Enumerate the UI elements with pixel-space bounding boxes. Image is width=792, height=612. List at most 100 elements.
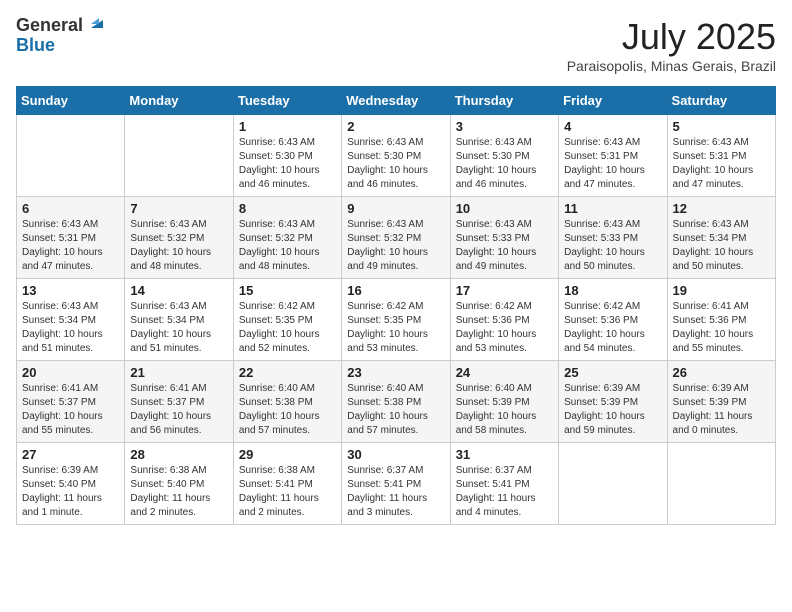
day-number: 13 — [22, 283, 119, 298]
table-row: 29Sunrise: 6:38 AM Sunset: 5:41 PM Dayli… — [233, 443, 341, 525]
table-row: 9Sunrise: 6:43 AM Sunset: 5:32 PM Daylig… — [342, 197, 450, 279]
day-info: Sunrise: 6:43 AM Sunset: 5:34 PM Dayligh… — [130, 300, 227, 356]
day-info: Sunrise: 6:37 AM Sunset: 5:41 PM Dayligh… — [456, 464, 553, 520]
table-row: 6 Sunrise: 6:43 AM Sunset: 5:31 PM Daylig… — [17, 197, 125, 279]
table-row: 30 Sunrise: 6:37 AM Sunset: 5:41 PM Dayli… — [342, 443, 450, 525]
day-info: Sunrise: 6:43 AM Sunset: 5:31 PM Dayligh… — [22, 218, 119, 274]
table-row: 26Sunrise: 6:39 AM Sunset: 5:39 PM Dayli… — [667, 361, 775, 443]
table-row: 3 Sunrise: 6:43 AM Sunset: 5:30 PM Daylig… — [450, 115, 558, 197]
month-title: July 2025 — [567, 16, 776, 58]
logo-general: General — [16, 16, 83, 36]
week-row-1: 1 Sunrise: 6:43 AM Sunset: 5:30 PM Daylig… — [17, 115, 776, 197]
day-number: 11 — [564, 201, 661, 216]
table-row: 22Sunrise: 6:40 AM Sunset: 5:38 PM Dayli… — [233, 361, 341, 443]
week-row-2: 6 Sunrise: 6:43 AM Sunset: 5:31 PM Daylig… — [17, 197, 776, 279]
table-row: 11 Sunrise: 6:43 AM Sunset: 5:33 PM Dayli… — [559, 197, 667, 279]
day-number: 12 — [673, 201, 770, 216]
day-number: 7 — [130, 201, 227, 216]
day-info: Sunrise: 6:43 AM Sunset: 5:32 PM Dayligh… — [239, 218, 336, 274]
day-info: Sunrise: 6:43 AM Sunset: 5:33 PM Dayligh… — [564, 218, 661, 274]
day-number: 4 — [564, 119, 661, 134]
day-number: 3 — [456, 119, 553, 134]
day-number: 14 — [130, 283, 227, 298]
day-info: Sunrise: 6:42 AM Sunset: 5:35 PM Dayligh… — [239, 300, 336, 356]
day-number: 23 — [347, 365, 444, 380]
day-number: 18 — [564, 283, 661, 298]
day-info: Sunrise: 6:39 AM Sunset: 5:39 PM Dayligh… — [673, 382, 770, 438]
day-number: 27 — [22, 447, 119, 462]
table-row: 7 Sunrise: 6:43 AM Sunset: 5:32 PM Daylig… — [125, 197, 233, 279]
day-info: Sunrise: 6:43 AM Sunset: 5:30 PM Dayligh… — [456, 136, 553, 192]
day-number: 15 — [239, 283, 336, 298]
day-info: Sunrise: 6:43 AM Sunset: 5:32 PM Dayligh… — [347, 218, 444, 274]
col-sunday: Sunday — [17, 87, 125, 115]
title-section: July 2025 Paraisopolis, Minas Gerais, Br… — [567, 16, 776, 74]
table-row: 25 Sunrise: 6:39 AM Sunset: 5:39 PM Dayli… — [559, 361, 667, 443]
table-row: 15 Sunrise: 6:42 AM Sunset: 5:35 PM Dayli… — [233, 279, 341, 361]
calendar-table: Sunday Monday Tuesday Wednesday Thursday… — [16, 86, 776, 525]
table-row: 23 Sunrise: 6:40 AM Sunset: 5:38 PM Dayli… — [342, 361, 450, 443]
table-row: 19 Sunrise: 6:41 AM Sunset: 5:36 PM Dayli… — [667, 279, 775, 361]
table-row: 10 Sunrise: 6:43 AM Sunset: 5:33 PM Dayli… — [450, 197, 558, 279]
day-info: Sunrise: 6:41 AM Sunset: 5:37 PM Dayligh… — [22, 382, 119, 438]
col-friday: Friday — [559, 87, 667, 115]
calendar-header-row: Sunday Monday Tuesday Wednesday Thursday… — [17, 87, 776, 115]
table-row — [17, 115, 125, 197]
day-number: 31 — [456, 447, 553, 462]
day-info: Sunrise: 6:37 AM Sunset: 5:41 PM Dayligh… — [347, 464, 444, 520]
table-row: 12 Sunrise: 6:43 AM Sunset: 5:34 PM Dayli… — [667, 197, 775, 279]
table-row: 4 Sunrise: 6:43 AM Sunset: 5:31 PM Daylig… — [559, 115, 667, 197]
day-number: 6 — [22, 201, 119, 216]
day-info: Sunrise: 6:43 AM Sunset: 5:33 PM Dayligh… — [456, 218, 553, 274]
day-info: Sunrise: 6:42 AM Sunset: 5:35 PM Dayligh… — [347, 300, 444, 356]
day-number: 25 — [564, 365, 661, 380]
day-number: 8 — [239, 201, 336, 216]
day-info: Sunrise: 6:38 AM Sunset: 5:40 PM Dayligh… — [130, 464, 227, 520]
week-row-5: 27 Sunrise: 6:39 AM Sunset: 5:40 PM Dayli… — [17, 443, 776, 525]
table-row — [125, 115, 233, 197]
day-number: 16 — [347, 283, 444, 298]
day-info: Sunrise: 6:40 AM Sunset: 5:39 PM Dayligh… — [456, 382, 553, 438]
day-info: Sunrise: 6:40 AM Sunset: 5:38 PM Dayligh… — [239, 382, 336, 438]
day-info: Sunrise: 6:39 AM Sunset: 5:40 PM Dayligh… — [22, 464, 119, 520]
table-row: 2 Sunrise: 6:43 AM Sunset: 5:30 PM Daylig… — [342, 115, 450, 197]
day-info: Sunrise: 6:43 AM Sunset: 5:34 PM Dayligh… — [673, 218, 770, 274]
day-number: 19 — [673, 283, 770, 298]
day-info: Sunrise: 6:43 AM Sunset: 5:32 PM Dayligh… — [130, 218, 227, 274]
day-info: Sunrise: 6:40 AM Sunset: 5:38 PM Dayligh… — [347, 382, 444, 438]
table-row: 16 Sunrise: 6:42 AM Sunset: 5:35 PM Dayli… — [342, 279, 450, 361]
day-number: 10 — [456, 201, 553, 216]
week-row-3: 13 Sunrise: 6:43 AM Sunset: 5:34 PM Dayli… — [17, 279, 776, 361]
week-row-4: 20 Sunrise: 6:41 AM Sunset: 5:37 PM Dayli… — [17, 361, 776, 443]
table-row — [559, 443, 667, 525]
table-row: 14 Sunrise: 6:43 AM Sunset: 5:34 PM Dayli… — [125, 279, 233, 361]
day-number: 29 — [239, 447, 336, 462]
day-info: Sunrise: 6:43 AM Sunset: 5:30 PM Dayligh… — [347, 136, 444, 192]
table-row: 24 Sunrise: 6:40 AM Sunset: 5:39 PM Dayli… — [450, 361, 558, 443]
day-number: 30 — [347, 447, 444, 462]
table-row: 27 Sunrise: 6:39 AM Sunset: 5:40 PM Dayli… — [17, 443, 125, 525]
day-number: 24 — [456, 365, 553, 380]
table-row: 8 Sunrise: 6:43 AM Sunset: 5:32 PM Daylig… — [233, 197, 341, 279]
table-row: 28 Sunrise: 6:38 AM Sunset: 5:40 PM Dayli… — [125, 443, 233, 525]
table-row: 31 Sunrise: 6:37 AM Sunset: 5:41 PM Dayli… — [450, 443, 558, 525]
table-row: 5Sunrise: 6:43 AM Sunset: 5:31 PM Daylig… — [667, 115, 775, 197]
col-wednesday: Wednesday — [342, 87, 450, 115]
day-number: 2 — [347, 119, 444, 134]
col-saturday: Saturday — [667, 87, 775, 115]
day-number: 1 — [239, 119, 336, 134]
day-info: Sunrise: 6:43 AM Sunset: 5:30 PM Dayligh… — [239, 136, 336, 192]
table-row: 21Sunrise: 6:41 AM Sunset: 5:37 PM Dayli… — [125, 361, 233, 443]
day-number: 28 — [130, 447, 227, 462]
col-thursday: Thursday — [450, 87, 558, 115]
day-number: 20 — [22, 365, 119, 380]
day-number: 21 — [130, 365, 227, 380]
col-tuesday: Tuesday — [233, 87, 341, 115]
table-row: 17Sunrise: 6:42 AM Sunset: 5:36 PM Dayli… — [450, 279, 558, 361]
day-info: Sunrise: 6:39 AM Sunset: 5:39 PM Dayligh… — [564, 382, 661, 438]
table-row: 18 Sunrise: 6:42 AM Sunset: 5:36 PM Dayli… — [559, 279, 667, 361]
day-info: Sunrise: 6:42 AM Sunset: 5:36 PM Dayligh… — [564, 300, 661, 356]
day-info: Sunrise: 6:43 AM Sunset: 5:31 PM Dayligh… — [564, 136, 661, 192]
logo-icon — [85, 10, 107, 32]
day-info: Sunrise: 6:41 AM Sunset: 5:36 PM Dayligh… — [673, 300, 770, 356]
